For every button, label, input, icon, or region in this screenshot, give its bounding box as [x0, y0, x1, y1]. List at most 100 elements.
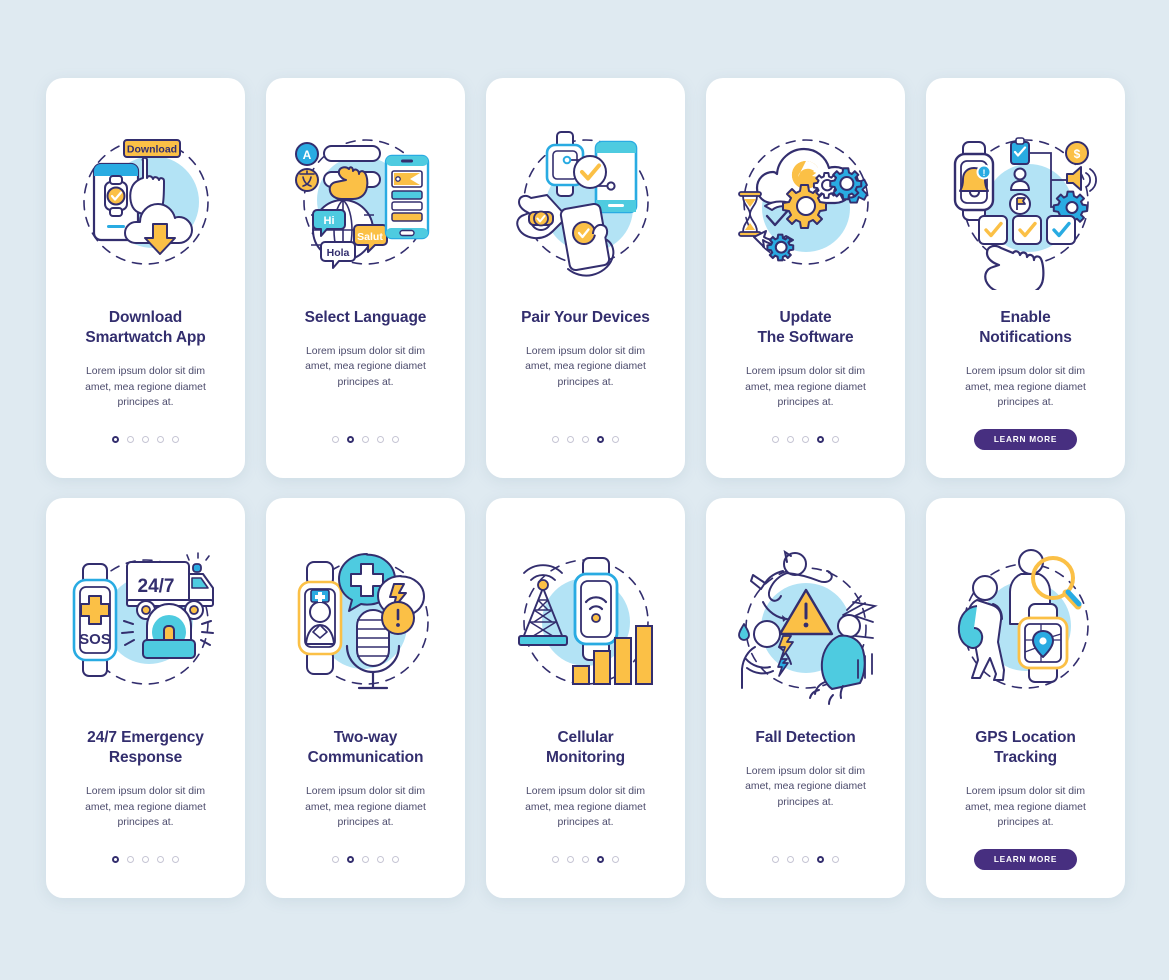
svg-text:24/7: 24/7 — [137, 576, 174, 597]
pagination-dot[interactable] — [362, 436, 369, 443]
gps-tracking-illustration — [941, 540, 1111, 710]
pagination-dot[interactable] — [567, 436, 574, 443]
card-description: Lorem ipsum dolor sit dim amet, mea regi… — [965, 786, 1086, 828]
pagination-dot[interactable] — [127, 436, 134, 443]
pagination-dot[interactable] — [802, 856, 809, 863]
learn-more-button[interactable]: LEARN MORE — [973, 849, 1078, 870]
pagination-dot[interactable] — [552, 856, 559, 863]
fall-detection-illustration — [721, 540, 891, 710]
onboarding-card-cellular-monitoring[interactable]: Cellular Monitoring Lorem ipsum dolor sit… — [486, 498, 685, 898]
pagination-dot[interactable] — [582, 436, 589, 443]
svg-text:!: ! — [982, 168, 985, 178]
learn-more-button[interactable]: LEARN MORE — [973, 429, 1078, 450]
download-app-illustration: Download — [61, 120, 231, 290]
pagination-dots — [112, 856, 179, 863]
onboarding-card-fall-detection[interactable]: Fall Detection Lorem ipsum dolor sit dim … — [706, 498, 905, 898]
onboarding-card-download-smartwatch-app[interactable]: Download Download Smartwatch App Lorem ip… — [46, 78, 245, 478]
pagination-dot[interactable] — [172, 856, 179, 863]
card-description: Lorem ipsum dolor sit dim amet, mea regi… — [305, 786, 426, 828]
card-title: Select Language — [304, 309, 427, 326]
pagination-dot-active[interactable] — [817, 436, 824, 443]
cellular-monitoring-illustration — [501, 540, 671, 710]
pagination-dots — [552, 856, 619, 863]
svg-text:SOS: SOS — [79, 631, 111, 648]
pagination-dot[interactable] — [157, 856, 164, 863]
pagination-dot[interactable] — [787, 856, 794, 863]
pagination-dot[interactable] — [552, 436, 559, 443]
svg-text:$: $ — [1073, 147, 1080, 161]
pagination-dot[interactable] — [172, 436, 179, 443]
card-title: Fall Detection — [755, 729, 856, 746]
pagination-dot[interactable] — [377, 436, 384, 443]
pagination-dot[interactable] — [362, 856, 369, 863]
pagination-dot[interactable] — [567, 856, 574, 863]
pagination-dot[interactable] — [142, 436, 149, 443]
card-description: Lorem ipsum dolor sit dim amet, mea regi… — [525, 786, 646, 828]
svg-text:Hi: Hi — [323, 215, 334, 227]
enable-notifications-illustration: ! $ — [941, 120, 1111, 290]
svg-text:Hola: Hola — [326, 247, 349, 259]
pagination-dot[interactable] — [582, 856, 589, 863]
pagination-dot[interactable] — [377, 856, 384, 863]
pagination-dot[interactable] — [612, 436, 619, 443]
onboarding-card-two-way-communication[interactable]: Two-way Communication Lorem ipsum dolor s… — [266, 498, 465, 898]
pagination-dot[interactable] — [142, 856, 149, 863]
select-language-illustration: A Hi Salut Hola — [281, 120, 451, 290]
two-way-communication-illustration — [281, 540, 451, 710]
pagination-dot[interactable] — [612, 856, 619, 863]
card-description: Lorem ipsum dolor sit dim amet, mea regi… — [305, 346, 426, 388]
pagination-dot[interactable] — [392, 436, 399, 443]
card-description: Lorem ipsum dolor sit dim amet, mea regi… — [745, 766, 866, 808]
card-title: Update The Software — [757, 309, 854, 347]
pagination-dot-active[interactable] — [817, 856, 824, 863]
pair-devices-illustration — [501, 120, 671, 290]
pagination-dots — [772, 436, 839, 443]
svg-text:Salut: Salut — [357, 231, 383, 243]
pagination-dot[interactable] — [157, 436, 164, 443]
pagination-dot[interactable] — [772, 436, 779, 443]
svg-text:A: A — [302, 148, 311, 162]
emergency-response-illustration: SOS 24/7 — [61, 540, 231, 710]
card-title: Cellular Monitoring — [545, 729, 626, 767]
onboarding-card-gps-location-tracking[interactable]: GPS Location Tracking Lorem ipsum dolor s… — [926, 498, 1125, 898]
pagination-dot-active[interactable] — [347, 856, 354, 863]
pagination-dot-active[interactable] — [112, 856, 119, 863]
card-title: Pair Your Devices — [521, 309, 650, 326]
card-title: Enable Notifications — [979, 309, 1072, 347]
pagination-dot[interactable] — [787, 436, 794, 443]
card-description: Lorem ipsum dolor sit dim amet, mea regi… — [965, 366, 1086, 408]
pagination-dot-active[interactable] — [597, 856, 604, 863]
pagination-dot-active[interactable] — [112, 436, 119, 443]
onboarding-card-emergency-response[interactable]: SOS 24/7 24/7 Emergency Response Lorem ip… — [46, 498, 245, 898]
onboarding-card-pair-your-devices[interactable]: Pair Your Devices Lorem ipsum dolor sit d… — [486, 78, 685, 478]
onboarding-card-enable-notifications[interactable]: ! $ Enable Notifications Lorem ipsum dolo… — [926, 78, 1125, 478]
card-description: Lorem ipsum dolor sit dim amet, mea regi… — [85, 786, 206, 828]
card-title: 24/7 Emergency Response — [87, 729, 204, 767]
cards-grid: Download Download Smartwatch App Lorem ip… — [46, 78, 1125, 898]
onboarding-card-select-language[interactable]: A Hi Salut Hola Select Language Lorem ips… — [266, 78, 465, 478]
pagination-dots — [112, 436, 179, 443]
pagination-dot[interactable] — [332, 436, 339, 443]
card-description: Lorem ipsum dolor sit dim amet, mea regi… — [85, 366, 206, 408]
card-description: Lorem ipsum dolor sit dim amet, mea regi… — [525, 346, 646, 388]
pagination-dot[interactable] — [392, 856, 399, 863]
pagination-dot-active[interactable] — [347, 436, 354, 443]
pagination-dots — [332, 856, 399, 863]
pagination-dot[interactable] — [127, 856, 134, 863]
pagination-dot[interactable] — [832, 856, 839, 863]
pagination-dots — [552, 436, 619, 443]
pagination-dot[interactable] — [802, 436, 809, 443]
onboarding-screens-board: Download Download Smartwatch App Lorem ip… — [0, 0, 1169, 980]
card-description: Lorem ipsum dolor sit dim amet, mea regi… — [745, 366, 866, 408]
svg-text:Download: Download — [126, 144, 176, 156]
card-title: Download Smartwatch App — [85, 309, 206, 347]
pagination-dots — [772, 856, 839, 863]
pagination-dot-active[interactable] — [597, 436, 604, 443]
onboarding-card-update-the-software[interactable]: Update The Software Lorem ipsum dolor sit… — [706, 78, 905, 478]
pagination-dots — [332, 436, 399, 443]
pagination-dot[interactable] — [772, 856, 779, 863]
pagination-dot[interactable] — [332, 856, 339, 863]
pagination-dot[interactable] — [832, 436, 839, 443]
card-title: Two-way Communication — [307, 729, 424, 767]
card-title: GPS Location Tracking — [975, 729, 1076, 767]
